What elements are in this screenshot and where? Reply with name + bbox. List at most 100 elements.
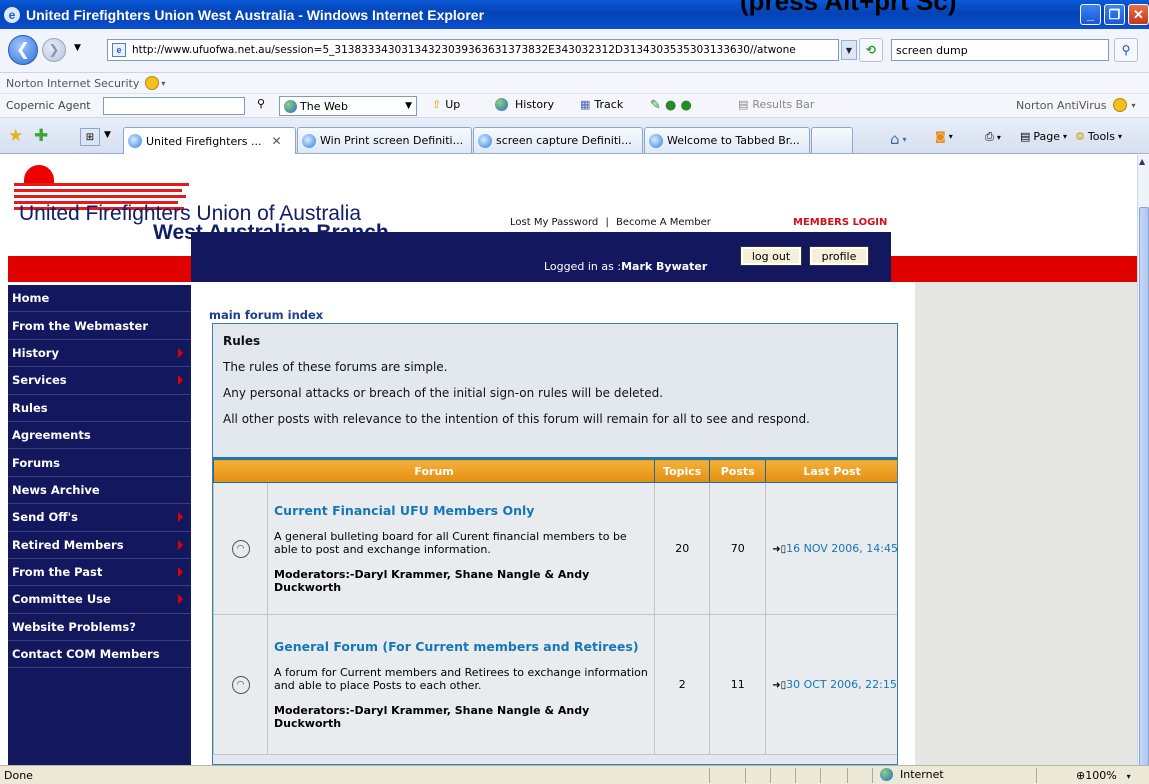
tab-list-icon[interactable]: ▼ [104, 130, 111, 140]
track-button[interactable]: ▦ Track [580, 98, 623, 111]
history-dropdown-icon[interactable]: ▼ [74, 43, 81, 53]
new-tab-button[interactable] [811, 127, 853, 153]
antivirus-label: Norton AntiVirus [1016, 98, 1107, 112]
sidebar-item-label: News Archive [12, 482, 100, 497]
search-icon[interactable]: ⚲ [1114, 38, 1138, 62]
sidebar-item-from-the-webmaster[interactable]: From the Webmaster [8, 312, 191, 340]
posts-count: 11 [709, 614, 767, 755]
sidebar-item-label: Home [12, 291, 50, 306]
tools-menu-label: Tools [1087, 130, 1115, 143]
sidebar-item-label: Retired Members [12, 537, 124, 552]
last-post-link[interactable]: 30 OCT 2006, 22:15 [786, 678, 897, 691]
forum-panel: Rules The rules of these forums are simp… [212, 323, 898, 765]
norton-label: Norton Internet Security [6, 76, 140, 90]
antivirus-button[interactable]: Norton AntiVirus ▾ [1016, 98, 1135, 112]
norton-toolbar: Norton Internet Security ▾ [0, 73, 1149, 94]
up-label: Up [445, 98, 461, 111]
sidebar-item-services[interactable]: Services [8, 367, 191, 395]
close-button[interactable]: ✕ [1128, 4, 1149, 25]
table-row: ◠ General Forum (For Current members and… [213, 614, 897, 755]
url-dropdown-icon[interactable]: ▼ [841, 40, 857, 60]
page-menu[interactable]: ▤ Page ▾ [1020, 130, 1067, 143]
tab-united-firefighters[interactable]: United Firefighters ... ✕ [123, 127, 296, 154]
sidebar-item-news-archive[interactable]: News Archive [8, 477, 191, 505]
copernic-search-input[interactable] [103, 97, 245, 115]
profile-button[interactable]: profile [809, 246, 869, 266]
sidebar-item-label: Rules [12, 400, 48, 415]
tab-win-print-screen[interactable]: Win Print screen Definiti... [297, 127, 472, 153]
red-band-right [891, 256, 1137, 282]
tools-menu[interactable]: ⚙ Tools ▾ [1075, 130, 1122, 143]
print-icon[interactable]: ⎙ ▾ [985, 130, 1001, 144]
url-field[interactable]: e http://www.ufuofwa.net.au/session=5_31… [107, 39, 839, 61]
page-menu-icon: ▤ [1020, 130, 1031, 143]
submenu-arrow-icon [178, 566, 183, 577]
logout-button[interactable]: log out [740, 246, 802, 266]
forum-moderators: Moderators:-Daryl Krammer, Shane Nangle … [274, 568, 590, 594]
highlight-icon[interactable]: ✎ ● ● [650, 98, 692, 113]
submenu-arrow-icon [178, 375, 183, 386]
sidebar-item-agreements[interactable]: Agreements [8, 422, 191, 450]
sidebar-item-retired-members[interactable]: Retired Members [8, 532, 191, 559]
search-input[interactable]: screen dump [891, 39, 1109, 61]
ie-page-icon [128, 134, 142, 148]
results-bar-button[interactable]: ▤ Results Bar [738, 98, 814, 111]
main-forum-index-link[interactable]: main forum index [209, 308, 323, 322]
tab-welcome-tabbed[interactable]: Welcome to Tabbed Br... [644, 127, 810, 153]
vertical-scrollbar[interactable]: ▲ [1137, 155, 1149, 784]
sidebar-item-home[interactable]: Home [8, 285, 191, 313]
up-button[interactable]: ⇧ Up [432, 98, 460, 111]
forum-title-link[interactable]: General Forum (For Current members and R… [274, 639, 648, 654]
forum-title-link[interactable]: Current Financial UFU Members Only [274, 503, 648, 518]
forward-button[interactable]: ❯ [42, 38, 66, 62]
rules-section: Rules The rules of these forums are simp… [223, 334, 810, 438]
tab-screen-capture[interactable]: screen capture Definiti... [473, 127, 643, 153]
zoom-control[interactable]: ⊕100% ▾ [1076, 769, 1131, 782]
copernic-search-icon[interactable]: ⚲ [257, 97, 265, 110]
scroll-up-icon[interactable]: ▲ [1139, 157, 1145, 166]
table-row: ◠ Current Financial UFU Members Only A g… [213, 482, 897, 615]
members-login-link[interactable]: MEMBERS LOGIN [793, 217, 887, 228]
sidebar-item-committee-use[interactable]: Committee Use [8, 586, 191, 614]
last-post-link[interactable]: 16 NOV 2006, 14:45 [786, 542, 897, 555]
forum-moderators: Moderators:-Daryl Krammer, Shane Nangle … [274, 704, 590, 730]
rules-line: Any personal attacks or breach of the in… [223, 386, 664, 400]
submenu-arrow-icon [178, 347, 183, 358]
top-links: Lost My Password | Become A Member [510, 217, 711, 228]
sidebar-item-from-the-past[interactable]: From the Past [8, 559, 191, 587]
back-button[interactable]: ❮ [8, 35, 38, 65]
norton-icon[interactable] [145, 76, 160, 90]
sidebar-item-label: Send Off's [12, 510, 78, 525]
last-post-arrow-icon[interactable]: ➜▯ [772, 544, 786, 555]
quick-tabs-icon[interactable]: ⊞ [80, 128, 100, 146]
copernic-toolbar: Copernic Agent ⚲ The Web ▼ ⇧ Up History ▦… [0, 94, 1149, 118]
last-post-arrow-icon[interactable]: ➜▯ [772, 680, 786, 691]
scope-select[interactable]: The Web ▼ [279, 96, 417, 116]
become-member-link[interactable]: Become A Member [616, 217, 711, 228]
minimize-button[interactable]: _ [1080, 4, 1101, 25]
history-button[interactable]: History [495, 98, 554, 111]
close-tab-icon[interactable]: ✕ [271, 134, 281, 148]
copernic-label: Copernic Agent [6, 99, 91, 112]
submenu-arrow-icon [178, 512, 183, 523]
sidebar-item-label: Agreements [12, 428, 91, 443]
sidebar-item-send-offs[interactable]: Send Off's [8, 504, 191, 532]
overlay-caption: (press Alt+prt Sc) [740, 0, 957, 16]
ie-page-icon [478, 133, 492, 148]
feeds-icon[interactable]: ◙ ▾ [935, 130, 953, 143]
sidebar-item-history[interactable]: History [8, 340, 191, 368]
sidebar-item-contact-com-members[interactable]: Contact COM Members [8, 641, 191, 669]
refresh-icon[interactable]: ⟲ [859, 38, 883, 62]
sidebar-item-rules[interactable]: Rules [8, 395, 191, 422]
tab-label: screen capture Definiti... [496, 134, 632, 147]
scrollbar-thumb[interactable] [1139, 207, 1149, 784]
lost-password-link[interactable]: Lost My Password [510, 217, 598, 228]
sidebar-item-forums[interactable]: Forums [8, 449, 191, 477]
home-icon[interactable]: ⌂ ▾ [890, 130, 907, 148]
sidebar-item-label: Contact COM Members [12, 647, 160, 662]
sidebar-item-website-problems[interactable]: Website Problems? [8, 614, 191, 642]
favorites-star-icon[interactable]: ★ [8, 126, 23, 146]
maximize-button[interactable]: ❐ [1104, 4, 1125, 25]
add-favorites-icon[interactable]: ✚ [34, 126, 48, 146]
sidebar-item-label: From the Webmaster [12, 318, 149, 333]
